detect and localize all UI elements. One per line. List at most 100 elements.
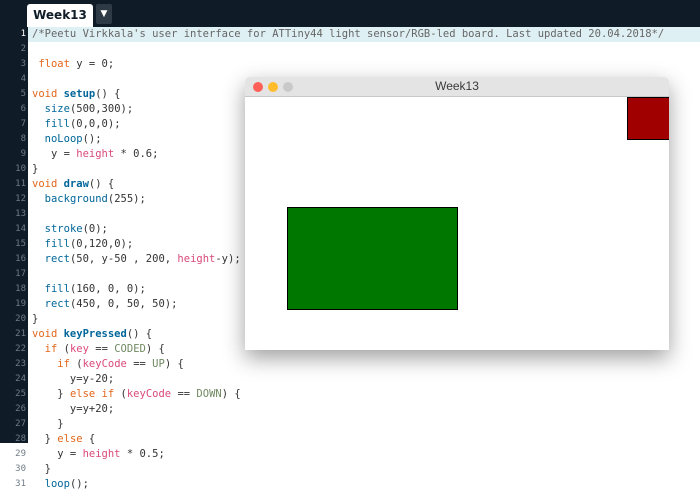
code-line[interactable]: } xyxy=(28,417,700,432)
code-line[interactable]: /*Peetu Virkkala's user interface for AT… xyxy=(28,27,700,42)
code-line[interactable]: if (keyCode == UP) { xyxy=(28,357,700,372)
line-number: 21 xyxy=(15,329,26,339)
code-line[interactable]: } else { xyxy=(28,432,700,447)
code-token: fill xyxy=(44,238,70,250)
line-number: 17 xyxy=(15,269,26,279)
line-number: 23 xyxy=(15,359,26,369)
code-token: (0,0,0); xyxy=(69,118,121,130)
line-number: 8 xyxy=(20,134,26,144)
code-token: size xyxy=(44,103,70,115)
line-number: 19 xyxy=(15,299,26,309)
code-token: rect xyxy=(44,298,70,310)
code-token: fill xyxy=(44,118,70,130)
code-token: () { xyxy=(95,88,121,100)
line-number: 1 xyxy=(20,29,26,39)
code-token: (0); xyxy=(82,223,108,235)
code-token: UP xyxy=(152,358,165,370)
code-token: (450, 0, 50, 50); xyxy=(69,298,178,310)
code-token: height xyxy=(177,253,216,265)
code-token: * 0.5; xyxy=(120,448,165,460)
code-line[interactable]: float y = 0; xyxy=(28,57,700,72)
line-number: 24 xyxy=(15,374,26,384)
code-token: (500,300); xyxy=(69,103,134,115)
code-token: (0,120,0); xyxy=(69,238,134,250)
code-token: -y); xyxy=(215,253,241,265)
code-token: == xyxy=(171,388,197,400)
code-line[interactable]: y = height * 0.5; xyxy=(28,447,700,462)
line-number: 3 xyxy=(20,59,26,69)
code-token: * 0.6; xyxy=(114,148,159,160)
line-number: 29 xyxy=(15,449,26,459)
code-token: == xyxy=(88,343,115,355)
code-token: (); xyxy=(82,133,102,145)
code-line[interactable]: y=y-20; xyxy=(28,372,700,387)
code-line[interactable]: loop(); xyxy=(28,477,700,492)
code-token: keyCode xyxy=(126,388,172,400)
code-token: } xyxy=(32,313,39,325)
code-token: height xyxy=(82,448,121,460)
code-token: CODED xyxy=(114,343,146,355)
code-token: void xyxy=(32,328,64,340)
line-number: 9 xyxy=(20,149,26,159)
code-token: } xyxy=(32,463,51,475)
code-token: /*Peetu Virkkala's user interface for AT… xyxy=(32,28,665,40)
green-rect xyxy=(287,207,458,310)
tab-menu-chevron-icon[interactable]: ▼ xyxy=(96,4,112,24)
line-number: 13 xyxy=(15,209,26,219)
sketch-canvas[interactable] xyxy=(245,97,669,350)
code-token: y = xyxy=(32,448,83,460)
code-token: key xyxy=(69,343,89,355)
line-number: 28 xyxy=(15,434,26,444)
code-line[interactable] xyxy=(28,42,700,57)
code-token: y=y+20; xyxy=(32,403,115,415)
code-token: } xyxy=(32,388,70,400)
line-number: 22 xyxy=(15,344,26,354)
line-number: 6 xyxy=(20,104,26,114)
code-token: ) { xyxy=(221,388,241,400)
code-token: y = 0; xyxy=(69,58,115,70)
code-token: background xyxy=(44,193,108,205)
code-line[interactable]: } else if (keyCode == DOWN) { xyxy=(28,387,700,402)
code-token: else if xyxy=(69,388,115,400)
code-line[interactable]: } xyxy=(28,462,700,477)
line-number: 7 xyxy=(20,119,26,129)
code-token: stroke xyxy=(44,223,83,235)
code-token: () { xyxy=(88,178,115,190)
code-token: else xyxy=(57,433,83,445)
line-number: 26 xyxy=(15,404,26,414)
code-token: fill xyxy=(44,283,70,295)
code-token: (50, y-50 , 200, xyxy=(69,253,178,265)
line-number: 12 xyxy=(15,194,26,204)
code-token: void xyxy=(32,88,64,100)
code-token: height xyxy=(76,148,115,160)
tab-week13[interactable]: Week13 xyxy=(27,4,93,27)
red-rect xyxy=(627,97,669,140)
code-token: y=y-20; xyxy=(32,373,115,385)
tab-bar: Week13 ▼ xyxy=(0,0,700,27)
code-token: } xyxy=(32,418,64,430)
code-token: if xyxy=(57,358,70,370)
code-token: ) { xyxy=(164,358,184,370)
line-number: 11 xyxy=(15,179,26,189)
sketch-window[interactable]: Week13 xyxy=(245,77,669,350)
code-token: ( xyxy=(69,358,83,370)
code-token: { xyxy=(82,433,96,445)
line-number-gutter: 1 2 3 4 5 6 7 8 9 10 11 12 13 14 15 16 17 18 19 20 21 22 23 24 2… xyxy=(0,27,28,489)
code-line[interactable]: y=y+20; xyxy=(28,402,700,417)
sketch-titlebar[interactable]: Week13 xyxy=(245,77,669,97)
code-token: if xyxy=(44,343,58,355)
line-number: 27 xyxy=(15,419,26,429)
line-number: 15 xyxy=(15,239,26,249)
code-token: setup xyxy=(63,88,96,100)
line-number: 16 xyxy=(15,254,26,264)
